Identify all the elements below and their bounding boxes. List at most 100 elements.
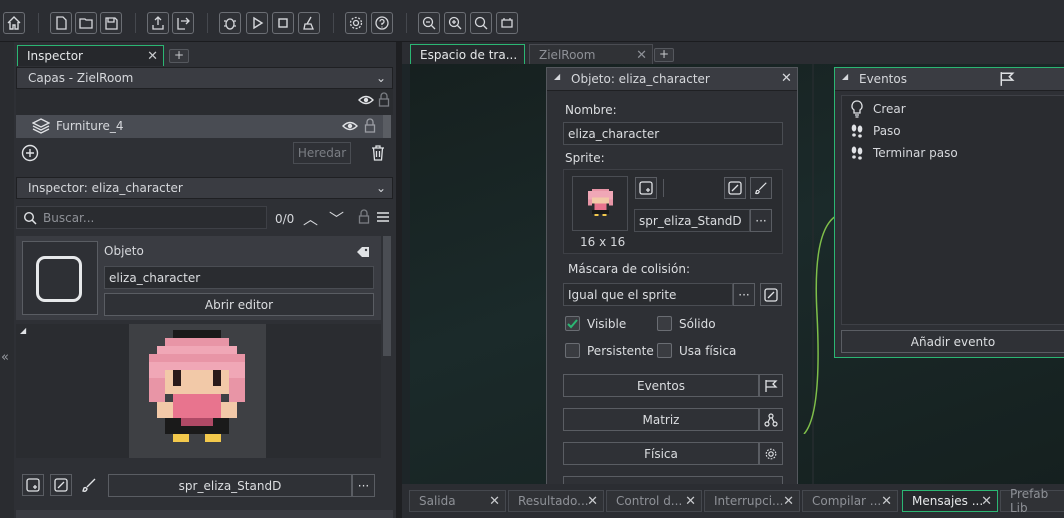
tab-results[interactable]: Resultado... ✕	[508, 490, 604, 512]
menu-icon[interactable]	[376, 211, 390, 223]
inspector-header[interactable]: Inspector: eliza_character ⌄	[16, 177, 393, 199]
save-icon[interactable]	[100, 12, 122, 34]
object-editor-titlebar[interactable]: ◢ Objeto: eliza_character ✕	[547, 68, 797, 91]
collapse-chevron-icon[interactable]: «	[1, 350, 9, 365]
chevron-down-icon[interactable]: ﹀	[329, 208, 344, 229]
tab-compile[interactable]: Compilar ... ✕	[802, 490, 898, 512]
lock-icon[interactable]	[358, 209, 370, 224]
event-item-end-step[interactable]: Terminar paso	[842, 142, 1064, 164]
footsteps-icon	[851, 124, 863, 138]
events-button[interactable]: Eventos	[563, 374, 759, 397]
object-name-field[interactable]: eliza_character	[104, 266, 374, 289]
open-editor-button[interactable]: Abrir editor	[104, 293, 374, 316]
checkmark-icon	[567, 319, 578, 329]
object-card: Objeto eliza_character Abrir editor	[16, 236, 381, 320]
tag-icon[interactable]	[356, 246, 370, 258]
add-event-button[interactable]: Añadir evento	[841, 330, 1064, 353]
help-icon[interactable]	[371, 12, 393, 34]
edit-mask-icon	[764, 287, 778, 302]
flag-icon[interactable]	[999, 71, 1015, 87]
new-sprite-button[interactable]	[635, 177, 657, 199]
object-editor-title: Objeto: eliza_character	[571, 72, 710, 86]
search-input[interactable]: Buscar...	[16, 206, 267, 229]
triangle-icon[interactable]: ◢	[20, 326, 26, 335]
inherit-button[interactable]: Heredar	[293, 142, 351, 164]
layer-item-furniture[interactable]: Furniture_4	[16, 115, 383, 138]
zoom-reset-icon[interactable]	[470, 12, 492, 34]
new-file-icon[interactable]	[50, 12, 72, 34]
physics-gear-button[interactable]	[759, 442, 783, 465]
event-label: Crear	[873, 102, 906, 116]
export-icon[interactable]	[147, 12, 169, 34]
inspector-scrollbar[interactable]	[383, 236, 391, 356]
stop-icon[interactable]	[272, 12, 294, 34]
play-icon[interactable]	[246, 12, 268, 34]
tab-source-control[interactable]: Control d... ✕	[606, 490, 702, 512]
brush-button[interactable]	[750, 177, 772, 199]
clean-icon[interactable]	[298, 12, 320, 34]
lock-icon[interactable]	[378, 92, 390, 107]
sprite-select[interactable]: spr_eliza_StandD	[108, 474, 352, 497]
physics-button[interactable]: Física	[563, 442, 759, 465]
add-tab-button[interactable]: +	[169, 49, 189, 63]
sprite-more-button[interactable]: ···	[352, 474, 375, 497]
zoom-out-icon[interactable]	[418, 12, 440, 34]
sprite-preview-area: ◢	[16, 324, 381, 458]
open-folder-icon[interactable]	[75, 12, 97, 34]
home-icon[interactable]	[3, 12, 25, 34]
events-title: Eventos	[859, 72, 907, 86]
chevron-up-icon[interactable]: ︿	[303, 208, 318, 229]
mask-field[interactable]: Igual que el sprite	[563, 283, 733, 306]
tab-output[interactable]: Salida ✕	[409, 490, 506, 512]
physics-label: Usa física	[679, 344, 737, 358]
event-item-create[interactable]: Crear	[842, 98, 1064, 120]
gamepad-icon[interactable]	[496, 12, 518, 34]
new-sprite-icon	[26, 478, 40, 492]
debug-icon[interactable]	[219, 12, 241, 34]
brush-icon[interactable]	[81, 477, 97, 493]
chevron-down-icon: ⌄	[375, 181, 386, 195]
lock-icon[interactable]	[364, 118, 376, 133]
object-label: Objeto	[104, 244, 144, 258]
sprite-more-button[interactable]: ···	[750, 209, 772, 232]
sprite-field[interactable]: spr_eliza_StandD	[634, 209, 750, 232]
tab-messages[interactable]: Mensajes ... ✕	[902, 490, 998, 512]
visible-checkbox[interactable]	[565, 316, 580, 331]
settings-icon[interactable]	[345, 12, 367, 34]
matrix-button[interactable]: Matriz	[563, 408, 759, 431]
event-label: Paso	[873, 124, 901, 138]
eye-icon[interactable]	[342, 120, 358, 132]
close-icon: ✕	[981, 494, 992, 509]
export-alt-icon[interactable]	[172, 12, 194, 34]
persistent-label: Persistente	[587, 344, 654, 358]
physics-checkbox[interactable]	[657, 343, 672, 358]
events-flag-button[interactable]	[759, 374, 783, 397]
close-icon[interactable]: ✕	[781, 71, 792, 86]
layers-header[interactable]: Capas - ZielRoom ⌄	[16, 67, 393, 89]
add-tab-button[interactable]: +	[654, 48, 674, 62]
mask-more-button[interactable]: ···	[733, 283, 755, 306]
object-editor-window: ◢ Objeto: eliza_character ✕ Nombre: eliz…	[546, 67, 798, 487]
matrix-icon-button[interactable]	[759, 408, 783, 431]
tab-workspace[interactable]: Espacio de tra...	[410, 44, 525, 65]
sprite-thumb-image	[588, 189, 613, 216]
zoom-in-icon[interactable]	[444, 12, 466, 34]
eye-icon[interactable]	[358, 94, 374, 106]
event-item-step[interactable]: Paso	[842, 120, 1064, 142]
tab-inspector[interactable]: Inspector ✕	[17, 45, 164, 66]
trash-icon[interactable]	[370, 144, 386, 162]
edit-sprite-button[interactable]	[724, 177, 746, 199]
name-field[interactable]: eliza_character	[563, 122, 783, 145]
tab-prefab-library[interactable]: Prefab Lib	[1000, 487, 1064, 515]
tab-breakpoints[interactable]: Interrupci... ✕	[704, 490, 800, 512]
persistent-checkbox[interactable]	[565, 343, 580, 358]
mask-edit-button[interactable]	[760, 283, 782, 306]
tab-zielroom[interactable]: ZielRoom ✕	[529, 44, 653, 65]
add-layer-icon[interactable]	[21, 144, 39, 162]
solid-checkbox[interactable]	[657, 316, 672, 331]
events-titlebar[interactable]: ◢ Eventos	[835, 68, 1064, 91]
layers-scrollbar[interactable]	[383, 115, 391, 138]
new-sprite-button[interactable]	[22, 474, 44, 496]
object-thumbnail	[22, 241, 98, 315]
edit-sprite-button[interactable]	[50, 474, 72, 496]
